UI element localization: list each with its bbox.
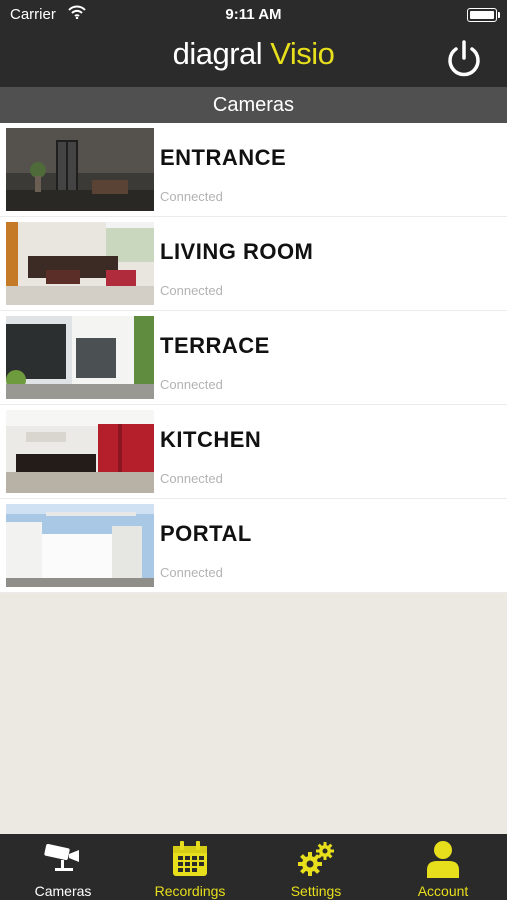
tab-cameras[interactable]: Cameras: [0, 834, 126, 900]
battery-icon: [467, 8, 500, 22]
brand-second-word: Visio: [270, 36, 335, 71]
camera-name: KITCHEN: [160, 427, 262, 452]
gears-icon: [296, 840, 336, 878]
tab-label: Cameras: [34, 883, 92, 899]
section-title: Cameras: [0, 87, 507, 123]
tab-account[interactable]: Account: [380, 834, 506, 900]
camera-thumbnail: [6, 316, 154, 399]
app-logo: diagral Visio: [0, 36, 507, 72]
tab-settings[interactable]: Settings: [253, 834, 379, 900]
tab-recordings[interactable]: Recordings: [127, 834, 253, 900]
camera-row-living-room[interactable]: LIVING ROOM Connected: [0, 217, 507, 311]
user-icon: [423, 840, 463, 878]
camera-status: Connected: [160, 189, 223, 204]
camera-thumbnail: [6, 222, 154, 305]
clock: 9:11 AM: [225, 6, 282, 23]
power-icon[interactable]: [443, 38, 485, 80]
calendar-icon: [170, 840, 210, 878]
brand-first-word: diagral: [172, 36, 263, 71]
app-header: Carrier 9:11 AM diagral Visio: [0, 0, 507, 87]
camera-thumbnail: [6, 504, 154, 587]
camera-name: LIVING ROOM: [160, 239, 314, 264]
camera-list: ENTRANCE Connected LIVING ROOM Connected: [0, 123, 507, 593]
camera-thumbnail: [6, 128, 154, 211]
tab-label: Recordings: [154, 883, 226, 899]
camera-status: Connected: [160, 565, 223, 580]
status-bar: Carrier 9:11 AM: [0, 0, 507, 30]
camera-row-entrance[interactable]: ENTRANCE Connected: [0, 123, 507, 217]
camera-status: Connected: [160, 283, 223, 298]
camera-row-terrace[interactable]: TERRACE Connected: [0, 311, 507, 405]
camera-status: Connected: [160, 471, 223, 486]
camera-name: PORTAL: [160, 521, 252, 546]
camera-thumbnail: [6, 410, 154, 493]
tab-bar: Cameras Recordings Settings Account: [0, 834, 507, 900]
camera-row-portal[interactable]: PORTAL Connected: [0, 499, 507, 593]
camera-name: TERRACE: [160, 333, 270, 358]
tab-label: Account: [417, 883, 469, 899]
camera-status: Connected: [160, 377, 223, 392]
camera-row-kitchen[interactable]: KITCHEN Connected: [0, 405, 507, 499]
camera-icon: [43, 840, 83, 878]
camera-name: ENTRANCE: [160, 145, 287, 170]
tab-label: Settings: [290, 883, 342, 899]
